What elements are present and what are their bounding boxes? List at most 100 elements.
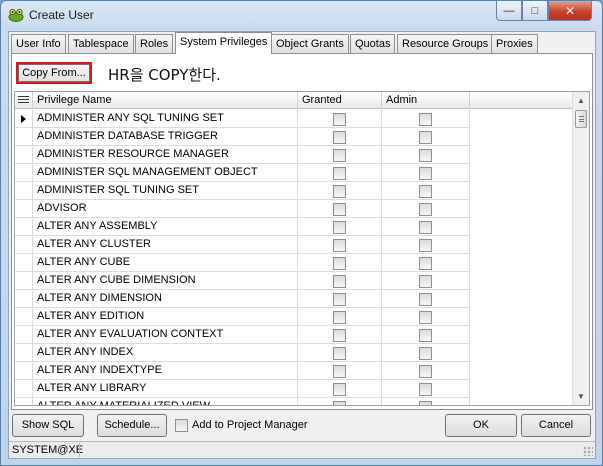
row-indicator[interactable] [15,164,33,182]
table-row[interactable]: ALTER ANY CUBE DIMENSION [15,272,575,290]
admin-checkbox[interactable] [419,239,432,252]
granted-checkbox[interactable] [333,221,346,234]
scroll-down-icon[interactable]: ▼ [573,388,589,405]
table-row[interactable]: ALTER ANY INDEX [15,344,575,362]
title-bar[interactable]: Create User — □ ✕ [1,1,602,31]
granted-checkbox[interactable] [333,185,346,198]
table-row[interactable]: ADMINISTER RESOURCE MANAGER [15,146,575,164]
row-indicator[interactable] [15,146,33,164]
privilege-name-cell[interactable]: ADMINISTER RESOURCE MANAGER [33,146,298,164]
admin-checkbox[interactable] [419,365,432,378]
granted-checkbox[interactable] [333,131,346,144]
add-to-project-checkbox[interactable] [175,419,188,432]
privilege-name-cell[interactable]: ALTER ANY MATERIALIZED VIEW [33,398,298,405]
copy-from-button[interactable]: Copy From... [16,62,92,84]
admin-checkbox[interactable] [419,347,432,360]
granted-checkbox[interactable] [333,365,346,378]
privilege-name-cell[interactable]: ALTER ANY CLUSTER [33,236,298,254]
table-row[interactable]: ADMINISTER ANY SQL TUNING SET [15,110,575,128]
ok-button[interactable]: OK [445,414,517,437]
table-row[interactable]: ALTER ANY EVALUATION CONTEXT [15,326,575,344]
privilege-name-cell[interactable]: ALTER ANY CUBE DIMENSION [33,272,298,290]
granted-checkbox[interactable] [333,149,346,162]
column-header-admin[interactable]: Admin [382,92,470,109]
granted-checkbox[interactable] [333,383,346,396]
admin-checkbox[interactable] [419,167,432,180]
row-indicator[interactable] [15,128,33,146]
tab-object-grants[interactable]: Object Grants [271,34,349,53]
table-row[interactable]: ADVISOR [15,200,575,218]
privilege-name-cell[interactable]: ADVISOR [33,200,298,218]
privilege-name-cell[interactable]: ALTER ANY ASSEMBLY [33,218,298,236]
column-header-granted[interactable]: Granted [298,92,382,109]
admin-checkbox[interactable] [419,131,432,144]
granted-checkbox[interactable] [333,329,346,342]
privilege-name-cell[interactable]: ALTER ANY INDEX [33,344,298,362]
granted-checkbox[interactable] [333,347,346,360]
scroll-up-icon[interactable]: ▲ [573,92,589,109]
table-row[interactable]: ALTER ANY INDEXTYPE [15,362,575,380]
row-indicator[interactable] [15,380,33,398]
admin-checkbox[interactable] [419,113,432,126]
privilege-name-cell[interactable]: ADMINISTER ANY SQL TUNING SET [33,110,298,128]
table-row[interactable]: ALTER ANY MATERIALIZED VIEW [15,398,575,405]
admin-checkbox[interactable] [419,275,432,288]
admin-checkbox[interactable] [419,311,432,324]
granted-checkbox[interactable] [333,275,346,288]
admin-checkbox[interactable] [419,203,432,216]
row-indicator[interactable] [15,182,33,200]
row-indicator[interactable] [15,110,33,128]
privilege-name-cell[interactable]: ALTER ANY LIBRARY [33,380,298,398]
granted-checkbox[interactable] [333,203,346,216]
privilege-name-cell[interactable]: ADMINISTER SQL MANAGEMENT OBJECT [33,164,298,182]
scroll-thumb[interactable] [575,110,587,128]
minimize-button[interactable]: — [496,1,522,21]
admin-checkbox[interactable] [419,401,432,405]
granted-checkbox[interactable] [333,257,346,270]
row-indicator[interactable] [15,344,33,362]
row-indicator[interactable] [15,254,33,272]
table-row[interactable]: ADMINISTER DATABASE TRIGGER [15,128,575,146]
table-row[interactable]: ADMINISTER SQL TUNING SET [15,182,575,200]
resize-grip-icon[interactable] [583,446,593,456]
table-row[interactable]: ALTER ANY LIBRARY [15,380,575,398]
table-row[interactable]: ALTER ANY EDITION [15,308,575,326]
tab-quotas[interactable]: Quotas [350,34,396,53]
tab-tablespace[interactable]: Tablespace [68,34,134,53]
tab-system-privileges[interactable]: System Privileges [175,32,273,54]
table-row[interactable]: ALTER ANY ASSEMBLY [15,218,575,236]
table-row[interactable]: ALTER ANY DIMENSION [15,290,575,308]
tab-user-info[interactable]: User Info [11,34,66,53]
row-indicator[interactable] [15,308,33,326]
granted-checkbox[interactable] [333,401,346,405]
table-row[interactable]: ALTER ANY CUBE [15,254,575,272]
admin-checkbox[interactable] [419,221,432,234]
row-indicator[interactable] [15,272,33,290]
column-header-privilege-name[interactable]: Privilege Name [33,92,298,109]
admin-checkbox[interactable] [419,149,432,162]
privilege-name-cell[interactable]: ALTER ANY DIMENSION [33,290,298,308]
table-row[interactable]: ADMINISTER SQL MANAGEMENT OBJECT [15,164,575,182]
tab-resource-groups[interactable]: Resource Groups [397,34,494,53]
granted-checkbox[interactable] [333,113,346,126]
granted-checkbox[interactable] [333,167,346,180]
row-indicator[interactable] [15,218,33,236]
privilege-name-cell[interactable]: ADMINISTER SQL TUNING SET [33,182,298,200]
schedule-button[interactable]: Schedule... [97,414,167,437]
cancel-button[interactable]: Cancel [521,414,591,437]
row-indicator[interactable] [15,200,33,218]
row-indicator[interactable] [15,236,33,254]
row-indicator[interactable] [15,398,33,405]
granted-checkbox[interactable] [333,311,346,324]
grid-options-icon[interactable] [15,92,33,109]
admin-checkbox[interactable] [419,293,432,306]
show-sql-button[interactable]: Show SQL [12,414,84,437]
privilege-name-cell[interactable]: ALTER ANY INDEXTYPE [33,362,298,380]
tab-proxies[interactable]: Proxies [491,34,538,53]
maximize-button[interactable]: □ [522,1,548,21]
close-button[interactable]: ✕ [548,1,592,21]
admin-checkbox[interactable] [419,383,432,396]
tab-roles[interactable]: Roles [135,34,174,53]
vertical-scrollbar[interactable]: ▲ ▼ [572,92,589,405]
privilege-name-cell[interactable]: ALTER ANY EVALUATION CONTEXT [33,326,298,344]
